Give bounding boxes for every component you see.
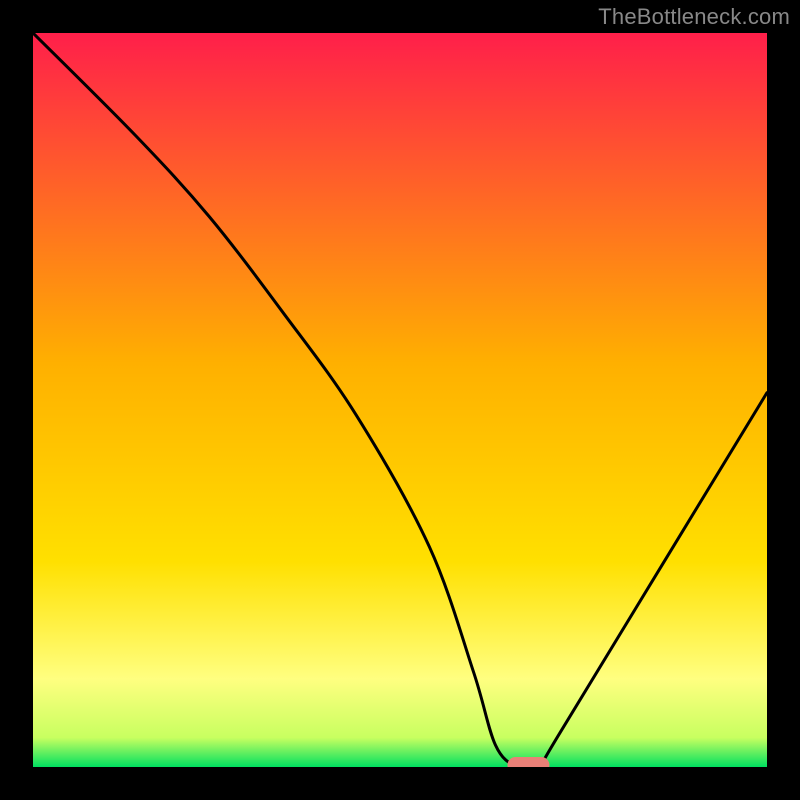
chart-container: TheBottleneck.com — [0, 0, 800, 800]
watermark-text: TheBottleneck.com — [598, 4, 790, 30]
optimal-marker — [507, 757, 549, 767]
chart-svg — [33, 33, 767, 767]
plot-area — [33, 33, 767, 767]
